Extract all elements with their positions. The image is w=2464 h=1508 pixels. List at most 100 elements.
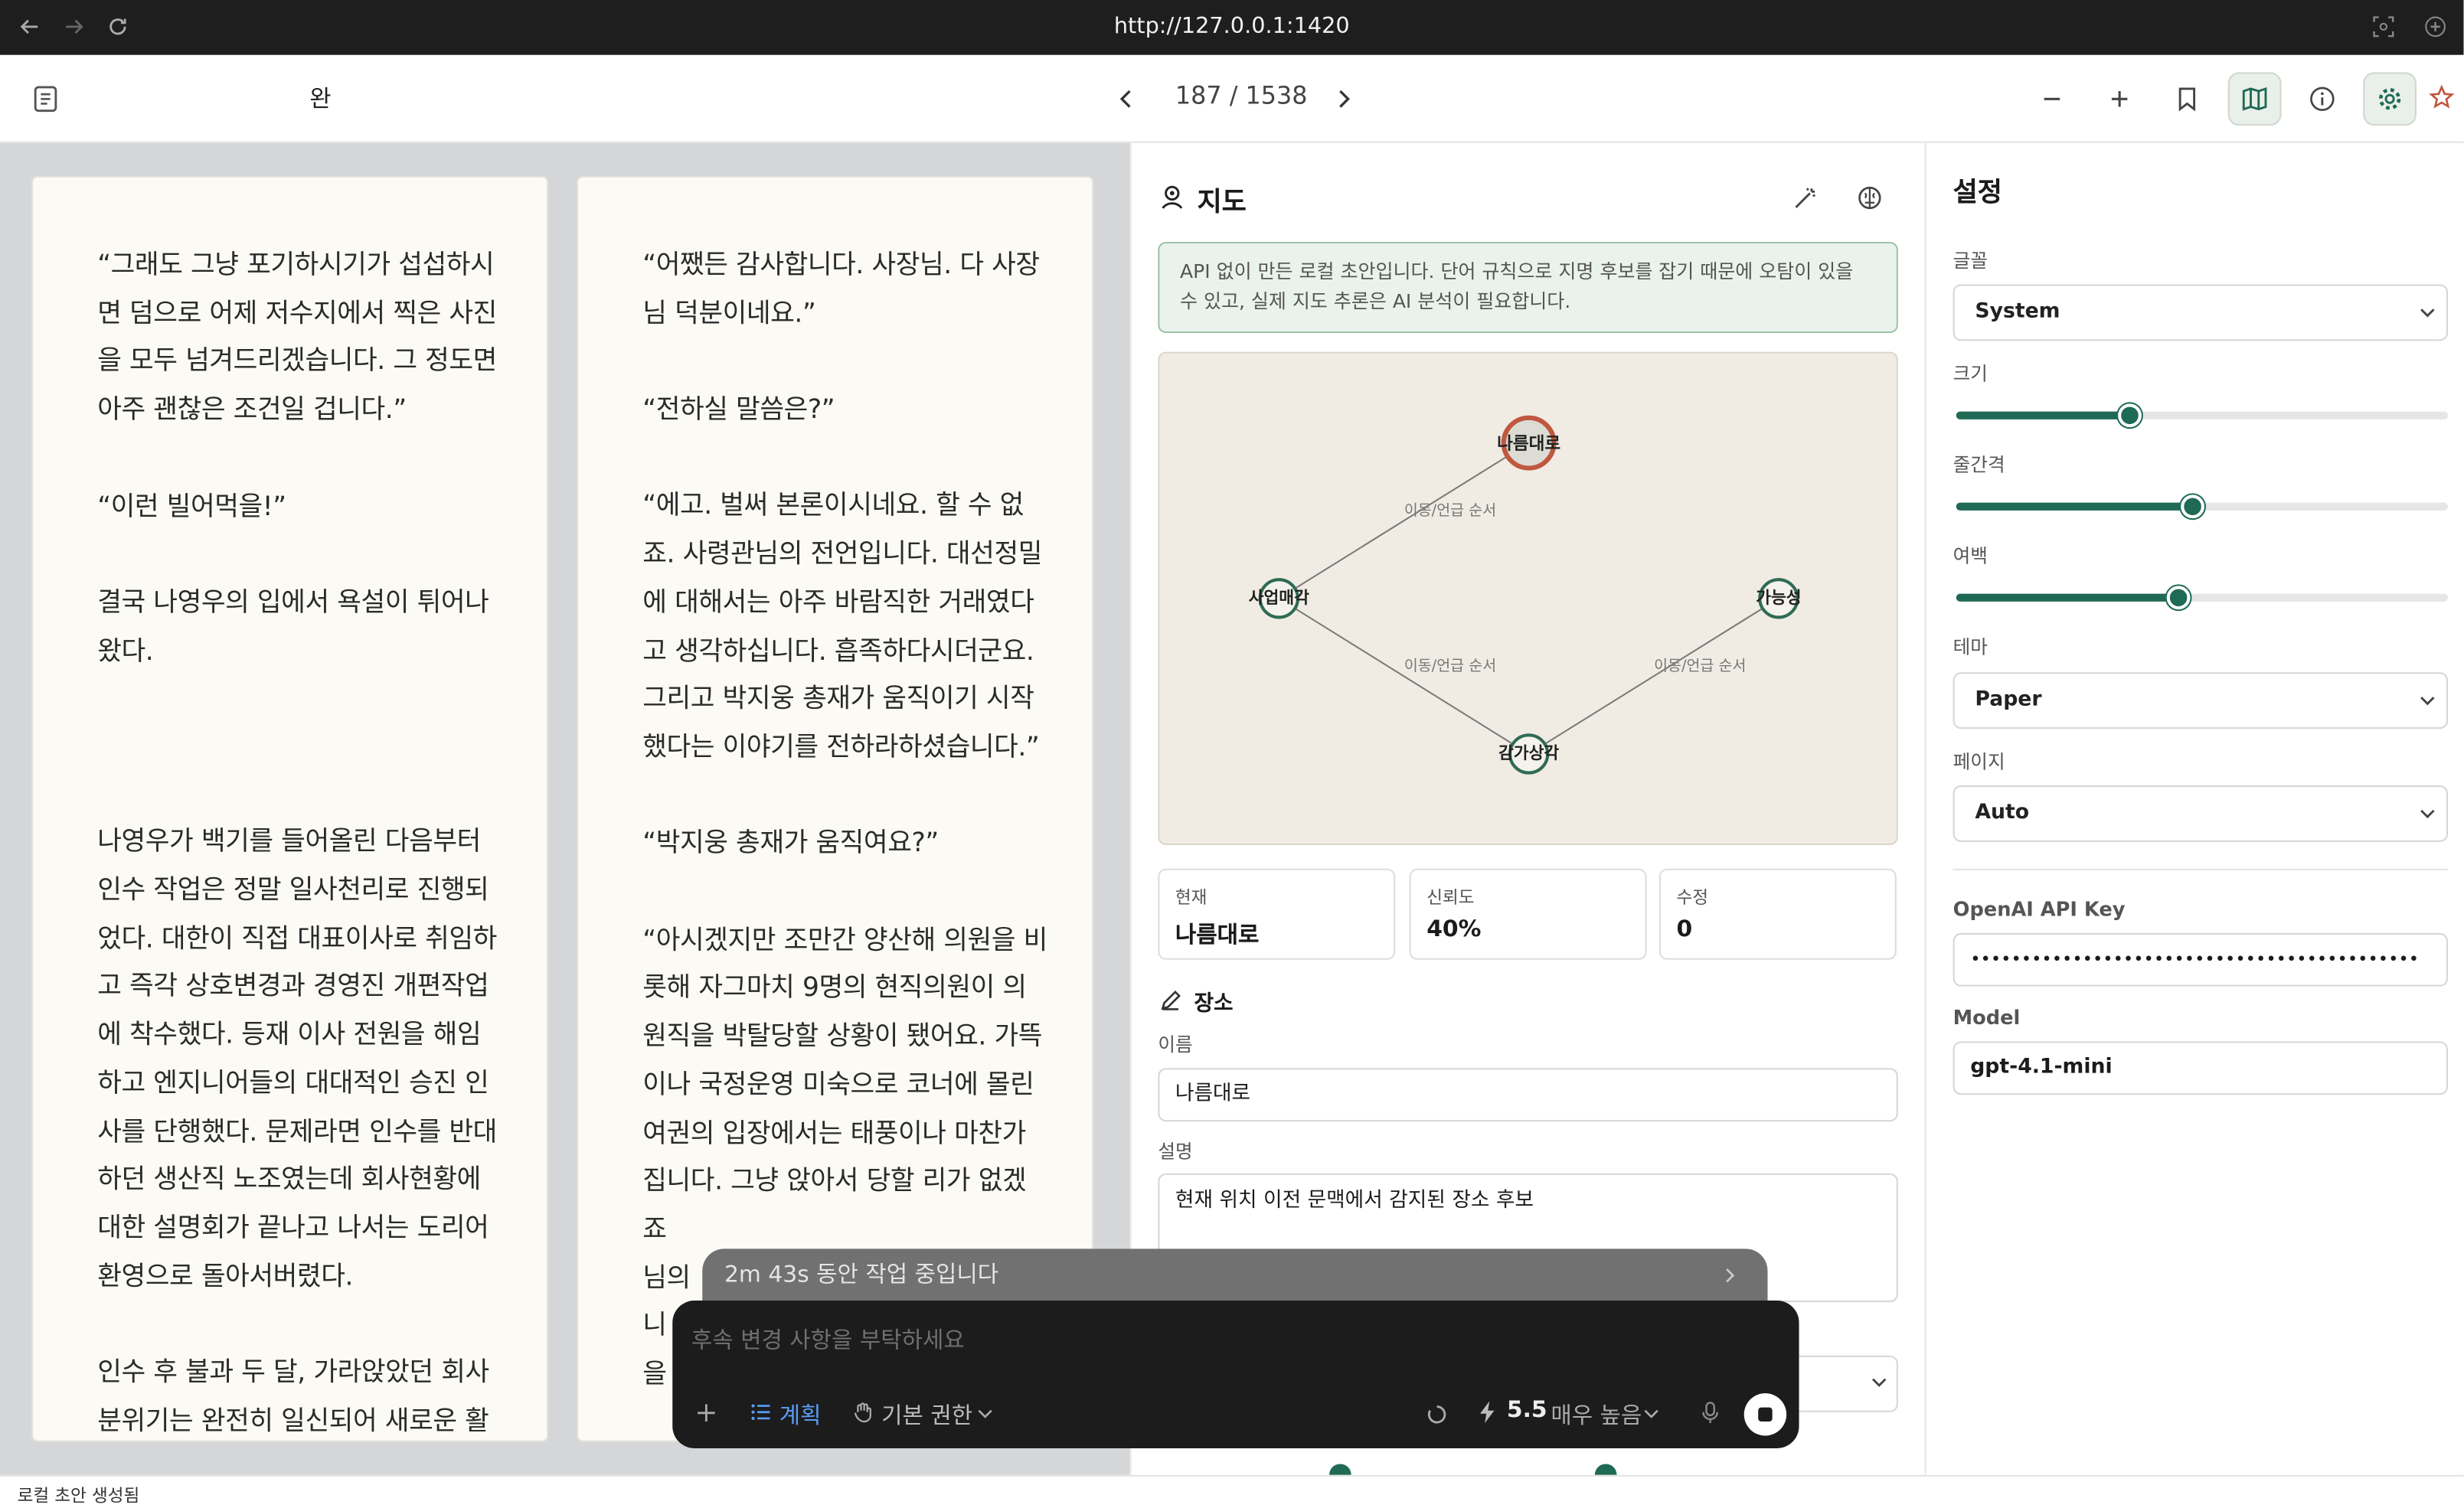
plus-icon[interactable] (691, 1398, 720, 1426)
browser-bar: http://127.0.0.1:1420 (0, 0, 2464, 55)
pencil-icon (1158, 988, 1183, 1013)
model-input[interactable]: gpt-4.1-mini (1953, 1041, 2449, 1095)
place-name-input[interactable]: 나름대로 (1158, 1068, 1898, 1122)
theme-value: Paper (1975, 687, 2042, 712)
agent-working-text: 2m 43s 동안 작업 중입니다 (724, 1262, 999, 1288)
zoom-in-icon[interactable] (2093, 72, 2146, 126)
api-key-label: OpenAI API Key (1953, 896, 2126, 921)
theme-label: 테마 (1953, 636, 1988, 658)
stat-label: 신뢰도 (1426, 887, 1475, 909)
map-node-active[interactable]: 나름대로 (1497, 415, 1560, 471)
settings-heading: 설정 (1953, 177, 2002, 209)
size-knob[interactable] (2117, 403, 2141, 428)
paragraph: 결국 나영우의 입에서 욕설이 튀어나왔다. (97, 586, 489, 666)
size-label: 크기 (1953, 363, 1988, 385)
lightning-icon (1475, 1399, 1498, 1425)
magic-wand-icon[interactable] (1788, 181, 1822, 215)
screenshot-icon[interactable] (2369, 12, 2397, 41)
page-left: “그래도 그냥 포기하시기가 섭섭하시면 덤으로 어제 저수지에서 찍은 사진을… (31, 175, 549, 1442)
status-bar: 로컬 초안 생성됨 (0, 1474, 2464, 1508)
place-name-label: 이름 (1158, 1033, 1193, 1056)
place-desc-label: 설명 (1158, 1140, 1193, 1163)
model-label: Model (1953, 1005, 2021, 1030)
zoom-out-icon[interactable] (2025, 72, 2079, 126)
stat-current: 현재 나름대로 (1158, 868, 1396, 960)
url-bar[interactable]: http://127.0.0.1:1420 (0, 0, 2464, 55)
next-page-button[interactable] (1317, 72, 1371, 126)
agent-progress-bar[interactable]: 2m 43s 동안 작업 중입니다 (702, 1249, 1768, 1303)
margin-label: 여백 (1953, 545, 1988, 567)
chevron-down-icon (2420, 697, 2435, 706)
model-version[interactable]: 5.5 (1507, 1398, 1547, 1423)
api-key-input[interactable]: ••••••••••••••••••••••••••••••••••••••••… (1953, 932, 2449, 987)
node-label: 사업매각 (1249, 589, 1309, 608)
stat-value: 40% (1426, 917, 1482, 943)
margin-fill (1956, 593, 2178, 602)
line-spacing-slider[interactable] (1956, 495, 2449, 519)
agent-prompt-input[interactable]: 후속 변경 사항을 부탁하세요 (691, 1323, 1697, 1356)
chevron-down-icon (1644, 1409, 1658, 1418)
agent-composer: 후속 변경 사항을 부탁하세요 계획 기본 권한 5.5 매우 높음 (672, 1301, 1799, 1448)
map-edges (1278, 442, 1779, 755)
stat-label: 수정 (1676, 887, 1709, 909)
stop-button[interactable] (1743, 1393, 1787, 1436)
permission-select[interactable]: 기본 권한 (881, 1398, 972, 1431)
map-icon[interactable] (2227, 72, 2282, 126)
effort-level[interactable]: 매우 높음 (1551, 1398, 1642, 1431)
theme-select[interactable]: Paper (1953, 672, 2449, 730)
new-tab-icon[interactable] (2421, 12, 2449, 41)
margin-slider[interactable] (1956, 586, 2449, 610)
loading-spinner-icon (1423, 1401, 1449, 1426)
font-select[interactable]: System (1953, 284, 2449, 341)
prev-page-button[interactable] (1100, 72, 1153, 126)
stat-value: 나름대로 (1175, 923, 1260, 949)
stat-edits: 수정 0 (1658, 868, 1897, 960)
map-pin-icon (1158, 182, 1186, 211)
edge-line (1278, 442, 1530, 599)
spacing-knob[interactable] (2181, 495, 2205, 519)
edge-label: 이동/언급 순서 (1654, 657, 1746, 674)
ai-brain-icon[interactable] (1852, 181, 1887, 215)
size-fill (1956, 411, 2129, 419)
settings-panel: 설정 글꼴 System 크기 줄간격 여백 테마 Paper 페이지 Auto… (1926, 142, 2464, 1475)
chevron-down-icon (2420, 308, 2435, 318)
paragraph: “에고. 벌써 본론이시네요. 할 수 없죠. 사령관님의 전언입니다. 대선정… (642, 489, 1043, 762)
plan-toggle[interactable]: 계획 (779, 1398, 822, 1431)
node-label: 나름대로 (1497, 434, 1560, 454)
node-label: 가능성 (1756, 589, 1801, 608)
spacing-fill (1956, 502, 2193, 511)
edge-line (1528, 597, 1779, 755)
stat-confidence: 신뢰도 40% (1409, 868, 1647, 960)
place-heading: 장소 (1194, 991, 1234, 1017)
size-slider[interactable] (1956, 403, 2449, 428)
edge-line (1278, 597, 1530, 755)
margin-knob[interactable] (2166, 586, 2191, 610)
map-node[interactable]: 가능성 (1756, 578, 1802, 619)
map-graph[interactable]: 이동/언급 순서 이동/언급 순서 이동/언급 순서 나름대로 사업매각 가능성… (1158, 351, 1898, 845)
book-title: 완 (309, 84, 332, 113)
paragraph: “어쨌든 감사합니다. 사장님. 다 사장님 덕분이네요.” (642, 248, 1040, 328)
star-icon[interactable] (2426, 82, 2457, 113)
bookmark-icon[interactable] (2161, 72, 2214, 126)
toc-icon[interactable] (19, 72, 73, 126)
edge-label: 이동/언급 순서 (1404, 501, 1496, 519)
paragraph: 나영우가 백기를 들어올린 다음부터 인수 작업은 정말 일사천리로 진행되었다… (97, 824, 497, 1291)
node-label: 감가상각 (1498, 744, 1559, 763)
microphone-icon[interactable] (1697, 1399, 1722, 1425)
font-label: 글꼴 (1953, 250, 1988, 272)
paragraph: “박지웅 총재가 움직여요?” (642, 827, 939, 859)
slider-knob[interactable] (1594, 1464, 1617, 1475)
info-icon[interactable] (2296, 72, 2349, 126)
chevron-right-icon (1726, 1268, 1735, 1283)
chevron-down-icon (1871, 1378, 1887, 1387)
paragraph: “그래도 그냥 포기하시기가 섭섭하시면 덤으로 어제 저수지에서 찍은 사진을… (97, 248, 497, 425)
page-mode-value: Auto (1975, 801, 2030, 825)
stat-value: 0 (1676, 917, 1693, 943)
settings-gear-icon[interactable] (2363, 72, 2417, 126)
chevron-down-icon (978, 1409, 992, 1418)
draft-notice: API 없이 만든 로컬 초안입니다. 단어 규칙으로 지명 후보를 잡기 때문… (1158, 242, 1898, 334)
map-heading: 지도 (1197, 187, 1247, 219)
slider-knob[interactable] (1328, 1464, 1351, 1475)
page-mode-select[interactable]: Auto (1953, 785, 2449, 842)
app-toolbar: 완 187 / 1538 (0, 54, 2464, 143)
